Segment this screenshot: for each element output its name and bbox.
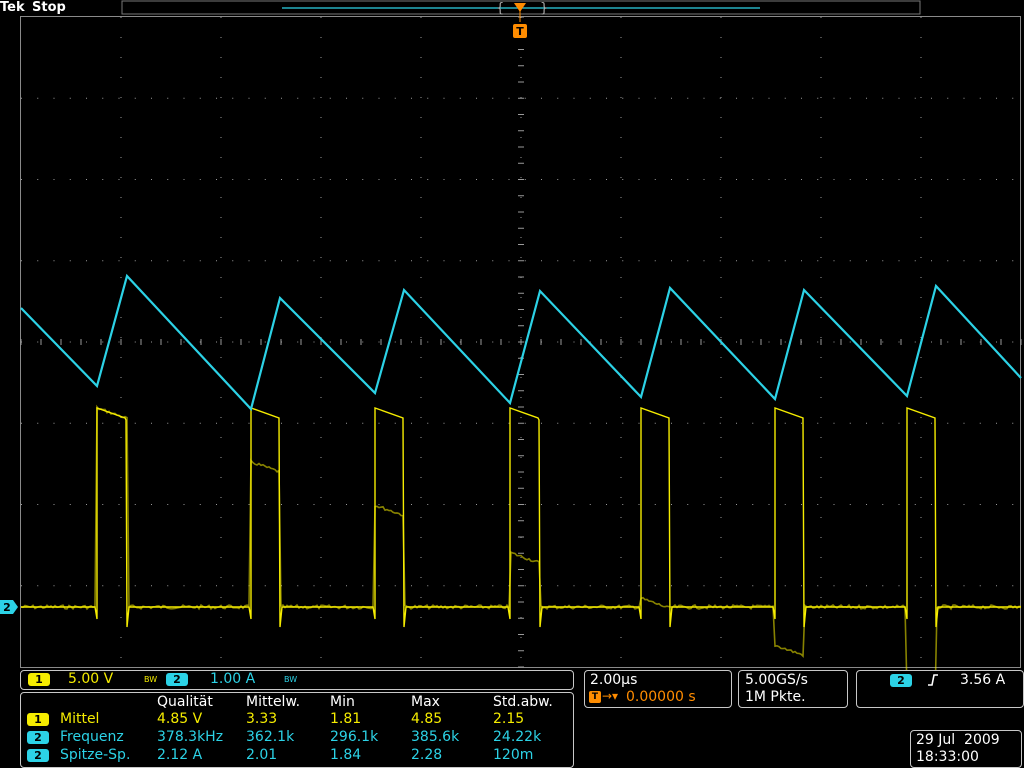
measurement-row-1-min: 296.1k bbox=[330, 729, 379, 745]
channel-1-badge[interactable]: 1 bbox=[28, 673, 50, 686]
trigger-position-value[interactable]: 0.00000 s bbox=[626, 690, 696, 704]
measurement-row-2-name[interactable]: Spitze-Sp. bbox=[60, 748, 130, 762]
measurement-header-4: Std.abw. bbox=[493, 694, 553, 710]
channel-1-bandwidth-limit-icon: BW bbox=[144, 675, 158, 684]
measurement-row-1-name[interactable]: Frequenz bbox=[60, 730, 124, 744]
channel-2-bandwidth-limit-icon: BW bbox=[284, 675, 298, 684]
measurement-header-2: Min bbox=[330, 694, 355, 710]
brand-label: Tek bbox=[0, 0, 25, 15]
measurement-row-1-value: 378.3kHz bbox=[157, 729, 224, 745]
measurement-row-0-channel-badge[interactable]: 1 bbox=[27, 713, 49, 726]
measurement-row-2-mean: 2.01 bbox=[246, 747, 278, 763]
trigger-position-icon: T bbox=[589, 691, 601, 703]
channel-2-badge[interactable]: 2 bbox=[166, 673, 188, 686]
channel-1-scale[interactable]: 5.00 V bbox=[68, 672, 113, 686]
measurement-row-0-min: 1.81 bbox=[330, 711, 362, 727]
time-label: 18:33:00 bbox=[916, 749, 979, 765]
record-length: 1M Pkte. bbox=[745, 689, 806, 705]
measurement-row-2-std: 120m bbox=[493, 747, 534, 763]
measurement-row-0-std: 2.15 bbox=[493, 711, 525, 727]
measurement-row-2-channel-badge[interactable]: 2 bbox=[27, 749, 49, 762]
record-window-bracket-right: } bbox=[540, 1, 548, 16]
measurement-row-2-value: 2.12 A bbox=[157, 747, 203, 763]
trigger-source-badge[interactable]: 2 bbox=[890, 674, 912, 687]
record-window-bracket-left: { bbox=[496, 1, 504, 16]
measurement-header-3: Max bbox=[411, 694, 440, 710]
rising-edge-icon bbox=[928, 674, 938, 686]
measurement-row-2-min: 1.84 bbox=[330, 747, 362, 763]
measurement-row-0-max: 4.85 bbox=[411, 711, 443, 727]
measurement-row-1-mean: 362.1k bbox=[246, 729, 295, 745]
measurement-row-0-value: 4.85 V bbox=[157, 711, 203, 727]
acquisition-state[interactable]: Stop bbox=[32, 1, 66, 14]
horizontal-scale[interactable]: 2.00µs bbox=[590, 673, 637, 687]
measurement-row-1-max: 385.6k bbox=[411, 729, 460, 745]
sample-rate: 5.00GS/s bbox=[745, 672, 808, 688]
measurement-row-2-max: 2.28 bbox=[411, 747, 443, 763]
measurement-row-1-channel-badge[interactable]: 2 bbox=[27, 731, 49, 744]
measurement-row-0-name[interactable]: Mittel bbox=[60, 712, 99, 726]
trigger-level[interactable]: 3.56 A bbox=[960, 673, 1005, 687]
measurement-row-0-mean: 3.33 bbox=[246, 711, 278, 727]
trigger-position-arrow-icon: →▾ bbox=[602, 689, 619, 703]
trigger-marker-label: T bbox=[516, 25, 524, 38]
channel-2-ground-label: 2 bbox=[3, 601, 11, 614]
measurement-header-0: Qualität bbox=[157, 694, 213, 710]
measurement-header-1: Mittelw. bbox=[246, 694, 301, 710]
channel-2-scale[interactable]: 1.00 A bbox=[210, 672, 255, 686]
oscilloscope-display: { } T 2 bbox=[0, 0, 1024, 702]
date-label: 29 Jul 2009 bbox=[916, 732, 1000, 748]
measurement-row-1-std: 24.22k bbox=[493, 729, 542, 745]
